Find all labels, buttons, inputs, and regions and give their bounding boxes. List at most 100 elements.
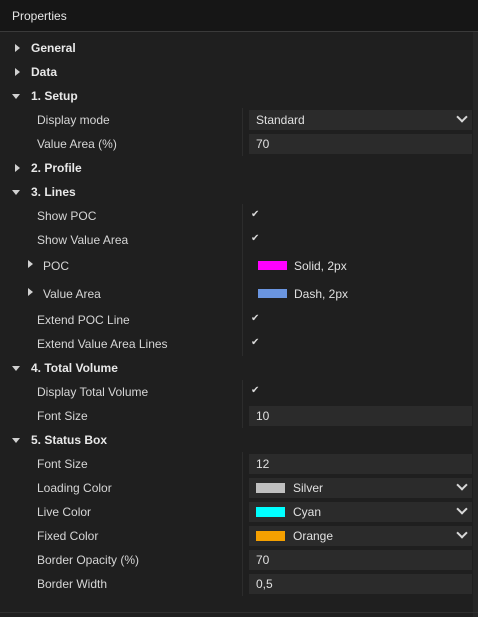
section-general[interactable]: General <box>0 36 478 60</box>
property-grid: General Data 1. Setup Display mode Stand… <box>0 36 478 596</box>
color-swatch <box>258 289 287 298</box>
property-label: Display Total Volume <box>37 385 149 399</box>
chevron-right-icon[interactable] <box>15 44 20 52</box>
dropdown-value: Silver <box>293 481 324 495</box>
section-setup[interactable]: 1. Setup <box>0 84 478 108</box>
column-separator <box>242 548 243 572</box>
chevron-down-icon[interactable] <box>12 366 20 371</box>
property-label: Font Size <box>37 457 88 471</box>
property-extend-poc: Extend POC Line ✔ <box>0 308 478 332</box>
chevron-right-icon[interactable] <box>15 68 20 76</box>
property-label: Extend POC Line <box>37 313 130 327</box>
column-separator <box>242 452 243 476</box>
fixed-color-dropdown[interactable]: Orange <box>249 526 472 546</box>
property-label: Fixed Color <box>37 529 99 543</box>
section-label: 3. Lines <box>31 185 76 199</box>
property-show-poc: Show POC ✔ <box>0 204 478 228</box>
column-separator <box>242 252 243 280</box>
property-label: Font Size <box>37 409 88 423</box>
section-data[interactable]: Data <box>0 60 478 84</box>
display-total-volume-checkbox[interactable]: ✔ <box>251 386 261 396</box>
display-mode-dropdown[interactable]: Standard <box>249 110 472 130</box>
property-label: Display mode <box>37 113 110 127</box>
section-lines[interactable]: 3. Lines <box>0 180 478 204</box>
border-opacity-input[interactable]: 70 <box>249 550 472 570</box>
extend-value-area-checkbox[interactable]: ✔ <box>251 338 261 348</box>
border-width-input[interactable]: 0,5 <box>249 574 472 594</box>
section-total-volume[interactable]: 4. Total Volume <box>0 356 478 380</box>
section-label: 2. Profile <box>31 161 82 175</box>
column-separator <box>242 500 243 524</box>
stroke-value: Dash, 2px <box>294 287 349 301</box>
property-live-color: Live Color Cyan <box>0 500 478 524</box>
chevron-down-icon <box>456 479 468 491</box>
property-label: Border Width <box>37 577 108 591</box>
chevron-down-icon <box>456 527 468 539</box>
section-label: General <box>31 41 76 55</box>
column-separator <box>242 476 243 500</box>
bottom-divider <box>0 612 478 613</box>
property-border-opacity: Border Opacity (%) 70 <box>0 548 478 572</box>
column-separator <box>242 308 243 332</box>
property-value-area-line: Value Area Dash, 2px <box>0 280 478 308</box>
status-font-size-input[interactable]: 12 <box>249 454 472 474</box>
section-label: 4. Total Volume <box>31 361 118 375</box>
property-border-width: Border Width 0,5 <box>0 572 478 596</box>
property-label: Extend Value Area Lines <box>37 337 168 351</box>
chevron-down-icon[interactable] <box>12 94 20 99</box>
color-swatch <box>256 531 285 541</box>
property-label: POC <box>43 259 70 273</box>
chevron-right-icon[interactable] <box>28 260 33 268</box>
column-separator <box>242 332 243 356</box>
extend-poc-checkbox[interactable]: ✔ <box>251 314 261 324</box>
chevron-down-icon[interactable] <box>12 438 20 443</box>
chevron-down-icon <box>456 111 468 123</box>
properties-titlebar: Properties <box>0 0 478 32</box>
column-separator <box>242 132 243 156</box>
column-separator <box>242 108 243 132</box>
section-label: 5. Status Box <box>31 433 108 447</box>
property-loading-color: Loading Color Silver <box>0 476 478 500</box>
column-separator <box>242 280 243 308</box>
property-label: Value Area (%) <box>37 137 117 151</box>
window-title: Properties <box>12 9 67 23</box>
property-label: Loading Color <box>37 481 112 495</box>
property-label: Border Opacity (%) <box>37 553 140 567</box>
color-swatch <box>258 261 287 270</box>
section-profile[interactable]: 2. Profile <box>0 156 478 180</box>
show-value-area-checkbox[interactable]: ✔ <box>251 234 261 244</box>
chevron-right-icon[interactable] <box>28 288 33 296</box>
property-extend-value-area: Extend Value Area Lines ✔ <box>0 332 478 356</box>
property-poc-line: POC Solid, 2px <box>0 252 478 280</box>
total-volume-font-size-input[interactable]: 10 <box>249 406 472 426</box>
chevron-down-icon[interactable] <box>12 190 20 195</box>
column-separator <box>242 204 243 228</box>
value-area-stroke-picker[interactable]: Dash, 2px <box>258 280 472 308</box>
column-separator <box>242 524 243 548</box>
property-status-font-size: Font Size 12 <box>0 452 478 476</box>
chevron-right-icon[interactable] <box>15 164 20 172</box>
vertical-scrollbar[interactable] <box>473 32 478 617</box>
column-separator <box>242 572 243 596</box>
property-label: Show POC <box>37 209 97 223</box>
stroke-value: Solid, 2px <box>294 259 347 273</box>
column-separator <box>242 380 243 404</box>
show-poc-checkbox[interactable]: ✔ <box>251 210 261 220</box>
dropdown-value: Standard <box>256 113 305 127</box>
poc-stroke-picker[interactable]: Solid, 2px <box>258 252 472 280</box>
column-separator <box>242 404 243 428</box>
property-display-total-volume: Display Total Volume ✔ <box>0 380 478 404</box>
property-display-mode: Display mode Standard <box>0 108 478 132</box>
property-label: Live Color <box>37 505 92 519</box>
property-label: Value Area <box>43 287 101 301</box>
dropdown-value: Cyan <box>293 505 322 519</box>
section-status-box[interactable]: 5. Status Box <box>0 428 478 452</box>
live-color-dropdown[interactable]: Cyan <box>249 502 472 522</box>
section-label: Data <box>31 65 58 79</box>
loading-color-dropdown[interactable]: Silver <box>249 478 472 498</box>
value-area-input[interactable]: 70 <box>249 134 472 154</box>
section-label: 1. Setup <box>31 89 78 103</box>
chevron-down-icon <box>456 503 468 515</box>
property-show-value-area: Show Value Area ✔ <box>0 228 478 252</box>
column-separator <box>242 228 243 252</box>
